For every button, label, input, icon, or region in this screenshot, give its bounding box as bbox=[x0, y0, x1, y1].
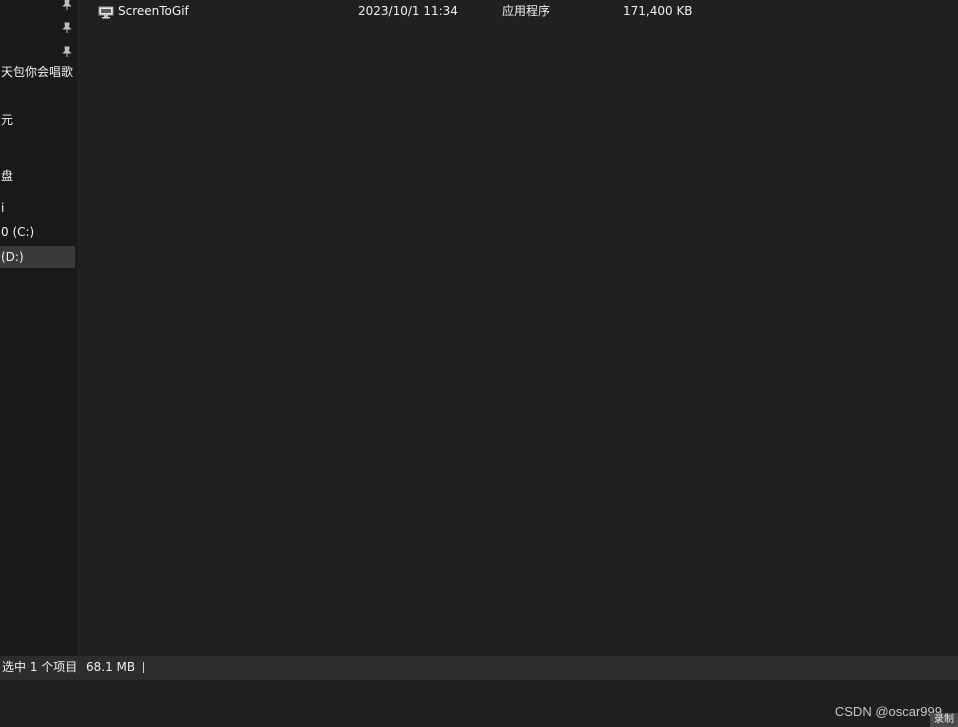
navigation-pane[interactable]: 天包你会唱歌 元 盘 i 0 (C:) (D:) bbox=[0, 0, 76, 656]
sidebar-item-label: 天包你会唱歌 bbox=[0, 65, 73, 79]
status-divider bbox=[143, 662, 144, 673]
bottom-area: CSDN @oscar999 录制 bbox=[0, 680, 958, 727]
file-explorer-window: 天包你会唱歌 元 盘 i 0 (C:) (D:) ScreenToGif 202… bbox=[0, 0, 958, 656]
file-size: 171,400 KB bbox=[623, 4, 693, 18]
file-date-modified: 2023/10/1 11:34 bbox=[358, 4, 458, 18]
status-selected-size: 68.1 MB bbox=[86, 660, 136, 674]
sidebar-item-label: (D:) bbox=[1, 250, 24, 264]
sidebar-item-label: 元 bbox=[1, 113, 14, 127]
sidebar-item-quick-access-folder[interactable]: 天包你会唱歌 bbox=[0, 61, 75, 83]
sidebar-item-label: 0 (C:) bbox=[1, 225, 35, 239]
pin-icon bbox=[62, 43, 72, 57]
pin-icon bbox=[62, 0, 72, 10]
sidebar-item-folder[interactable]: 元 bbox=[0, 109, 75, 131]
sidebar-item-device[interactable]: i bbox=[0, 197, 75, 219]
record-badge: 录制 bbox=[930, 713, 958, 727]
sidebar-item-drive-c[interactable]: 0 (C:) bbox=[0, 221, 75, 243]
watermark-text: CSDN @oscar999 bbox=[834, 704, 942, 719]
monitor-app-icon bbox=[98, 4, 114, 19]
file-type: 应用程序 bbox=[502, 4, 551, 18]
status-bar: 选中 1 个项目 68.1 MB bbox=[0, 656, 958, 680]
sidebar-item-label: i bbox=[1, 201, 5, 215]
pin-icon bbox=[62, 19, 72, 33]
file-name: ScreenToGif bbox=[118, 4, 189, 18]
file-list-view[interactable]: ScreenToGif 2023/10/1 11:34 应用程序 171,400… bbox=[78, 0, 958, 656]
status-selected-count: 选中 1 个项目 bbox=[2, 660, 78, 674]
sidebar-item-drive-group[interactable]: 盘 bbox=[0, 165, 75, 187]
file-row[interactable]: ScreenToGif 2023/10/1 11:34 应用程序 171,400… bbox=[78, 0, 958, 22]
sidebar-item-label: 盘 bbox=[1, 169, 14, 183]
sidebar-item-drive-d[interactable]: (D:) bbox=[0, 246, 75, 268]
